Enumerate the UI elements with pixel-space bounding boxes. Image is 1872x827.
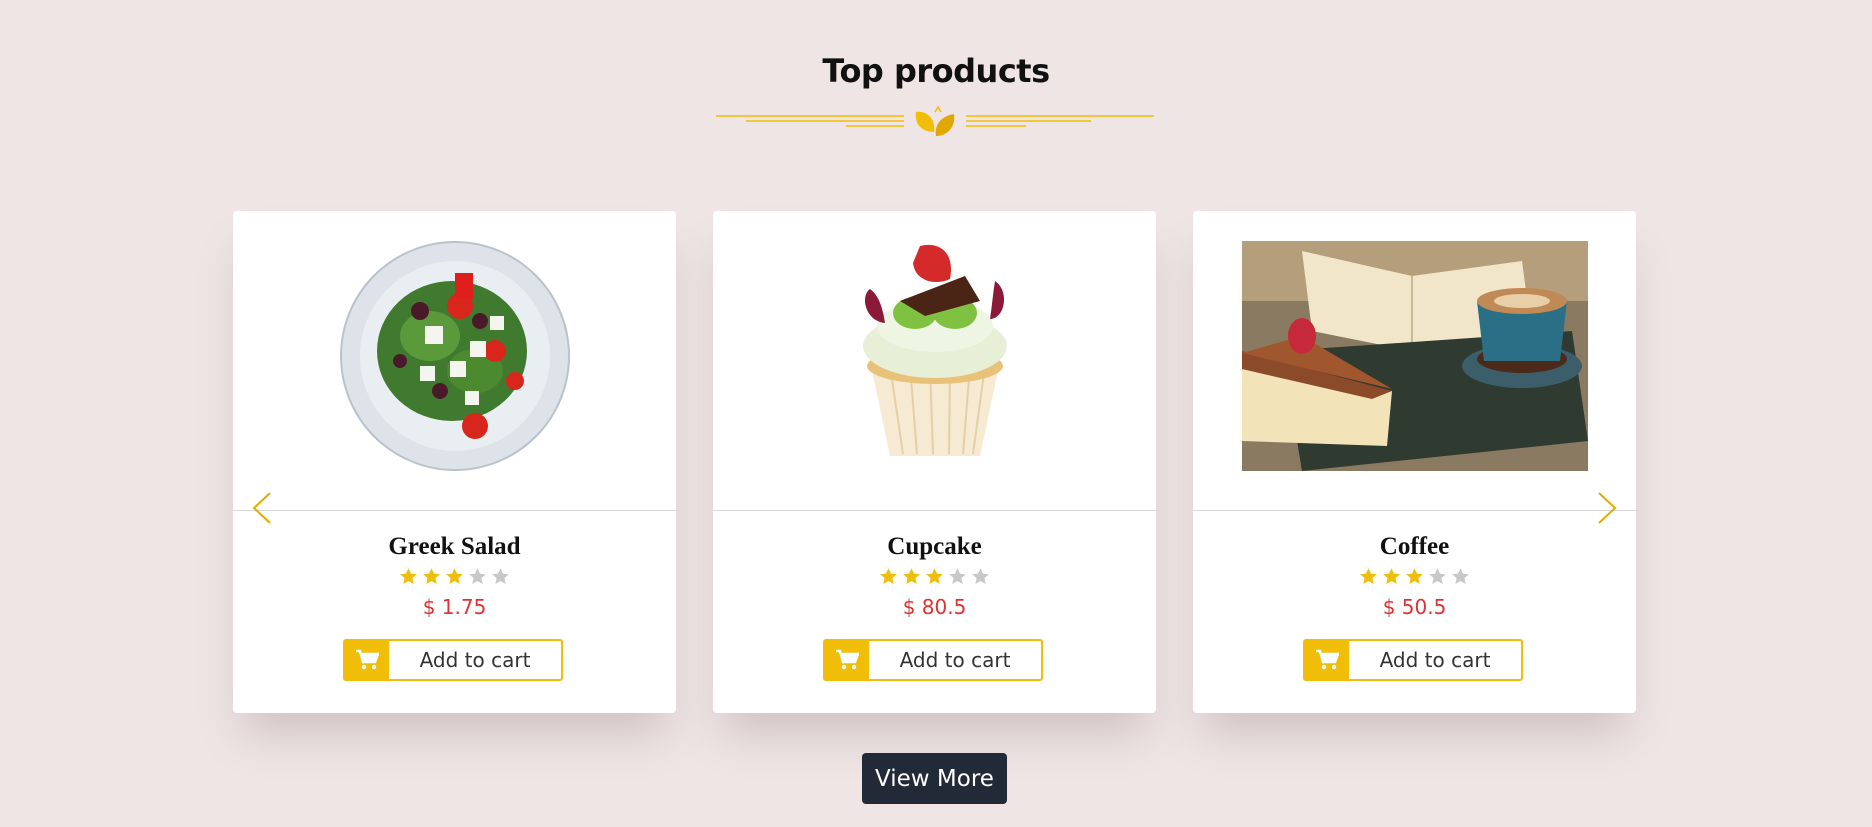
star-filled-icon (1383, 568, 1400, 585)
star-filled-icon (446, 568, 463, 585)
view-more-button[interactable]: View More (862, 753, 1007, 804)
add-to-cart-button[interactable]: Add to cart (343, 639, 563, 681)
star-empty-icon (1452, 568, 1469, 585)
carousel-prev-button[interactable] (250, 490, 274, 526)
leaf-divider (716, 105, 1154, 136)
product-name: Coffee (1379, 533, 1450, 560)
star-empty-icon (492, 568, 509, 585)
star-empty-icon (469, 568, 486, 585)
star-empty-icon (1429, 568, 1446, 585)
add-to-cart-button[interactable]: Add to cart (823, 639, 1043, 681)
card-divider (713, 510, 1156, 511)
add-to-cart-label: Add to cart (419, 648, 531, 672)
carousel-next-button[interactable] (1595, 490, 1619, 526)
add-to-cart-label: Add to cart (899, 648, 1011, 672)
star-filled-icon (423, 568, 440, 585)
add-to-cart-button[interactable]: Add to cart (1303, 639, 1523, 681)
cart-icon (345, 641, 389, 679)
product-name: Cupcake (887, 533, 982, 560)
product-card: Coffee $ 50.5 Add to cart (1193, 211, 1636, 713)
rating-stars (233, 567, 676, 586)
cart-icon (825, 641, 869, 679)
card-divider (1193, 510, 1636, 511)
cart-icon (1305, 641, 1349, 679)
rating-stars (713, 567, 1156, 586)
product-image[interactable] (233, 241, 676, 471)
star-empty-icon (972, 568, 989, 585)
product-image[interactable] (713, 241, 1156, 471)
product-price: $ 80.5 (902, 595, 967, 619)
star-filled-icon (926, 568, 943, 585)
product-price: $ 50.5 (1382, 595, 1447, 619)
leaf-icon (915, 105, 955, 136)
product-name: Greek Salad (388, 533, 521, 560)
product-image[interactable] (1193, 241, 1636, 471)
card-divider (233, 510, 676, 511)
star-filled-icon (1360, 568, 1377, 585)
rating-stars (1193, 567, 1636, 586)
star-empty-icon (949, 568, 966, 585)
product-card: Cupcake $ 80.5 Add to cart (713, 211, 1156, 713)
chevron-right-icon (1598, 492, 1617, 524)
add-to-cart-label: Add to cart (1379, 648, 1491, 672)
product-price: $ 1.75 (422, 595, 487, 619)
chevron-left-icon (252, 492, 271, 524)
section-title: Top products (822, 52, 1050, 90)
star-filled-icon (1406, 568, 1423, 585)
star-filled-icon (903, 568, 920, 585)
star-filled-icon (880, 568, 897, 585)
product-card: Greek Salad $ 1.75 Add to cart (233, 211, 676, 713)
star-filled-icon (400, 568, 417, 585)
